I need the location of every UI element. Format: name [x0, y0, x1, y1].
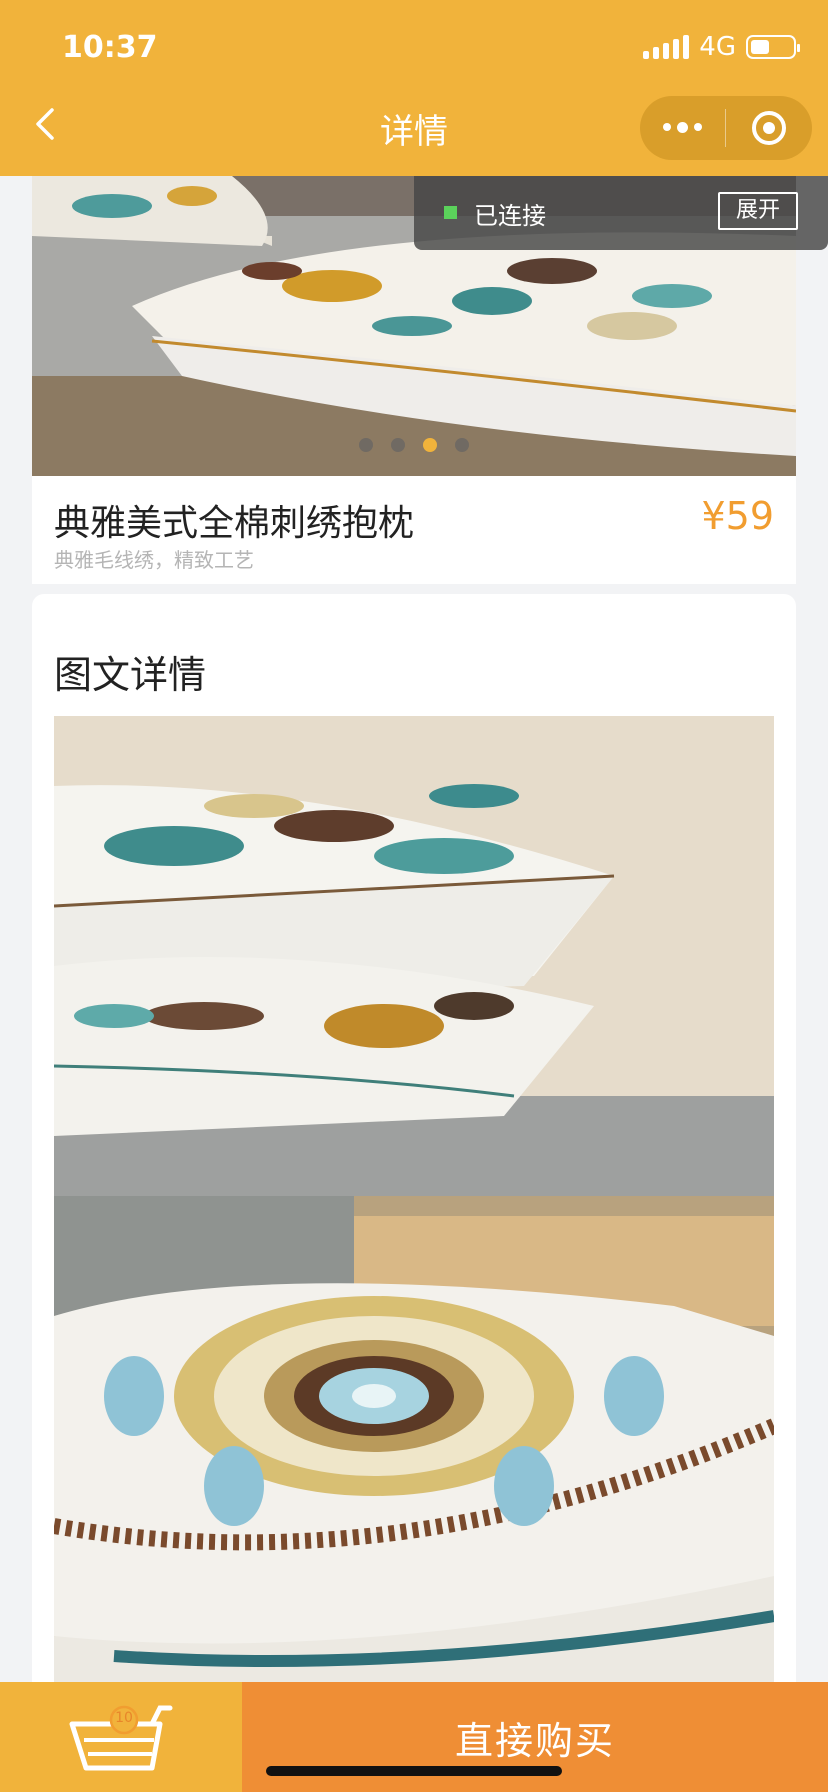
status-time: 10:37 [62, 30, 158, 65]
home-indicator [266, 1766, 562, 1776]
product-title: 典雅美式全棉刺绣抱枕 [54, 503, 415, 544]
cart-button[interactable]: 10 [0, 1682, 242, 1792]
carousel-dot[interactable] [455, 438, 469, 452]
expand-button[interactable]: 展开 [718, 192, 798, 230]
pillow-mandala-photo [54, 1196, 774, 1686]
carousel-dot-active[interactable] [423, 438, 437, 452]
connected-indicator-icon [444, 206, 457, 219]
product-price: ¥59 [701, 494, 774, 538]
product-subtitle: 典雅毛线绣，精致工艺 [54, 548, 254, 572]
connection-status: 已连接 [474, 202, 546, 230]
product-info: 典雅美式全棉刺绣抱枕 ¥59 典雅毛线绣，精致工艺 [32, 476, 796, 584]
product-detail-page: 10:37 4G 详情 已连接 展开 典雅美式全棉刺绣抱枕 ¥59 典雅毛线绣，… [0, 0, 828, 1792]
more-button[interactable] [640, 122, 725, 133]
header: 10:37 4G 详情 [0, 0, 828, 176]
more-dots-icon [663, 123, 671, 131]
detail-heading: 图文详情 [54, 653, 207, 697]
detail-section: 图文详情 [32, 594, 796, 1792]
detail-image [54, 1196, 774, 1686]
close-mini-program-button[interactable] [726, 111, 812, 145]
carousel-indicator [32, 438, 796, 452]
battery-icon [746, 35, 800, 59]
carousel-dot[interactable] [391, 438, 405, 452]
detail-image [54, 716, 774, 1196]
carousel-dot[interactable] [359, 438, 373, 452]
mini-program-capsule [640, 96, 812, 160]
network-type: 4G [699, 32, 736, 62]
pillow-stack-photo [54, 716, 774, 1196]
target-icon [752, 111, 786, 145]
status-indicators: 4G [643, 32, 800, 62]
signal-icon [643, 35, 690, 59]
cart-icon [69, 1705, 173, 1771]
cart-count-badge: 10 [115, 1710, 133, 1726]
connection-banner: 已连接 展开 [414, 176, 828, 250]
